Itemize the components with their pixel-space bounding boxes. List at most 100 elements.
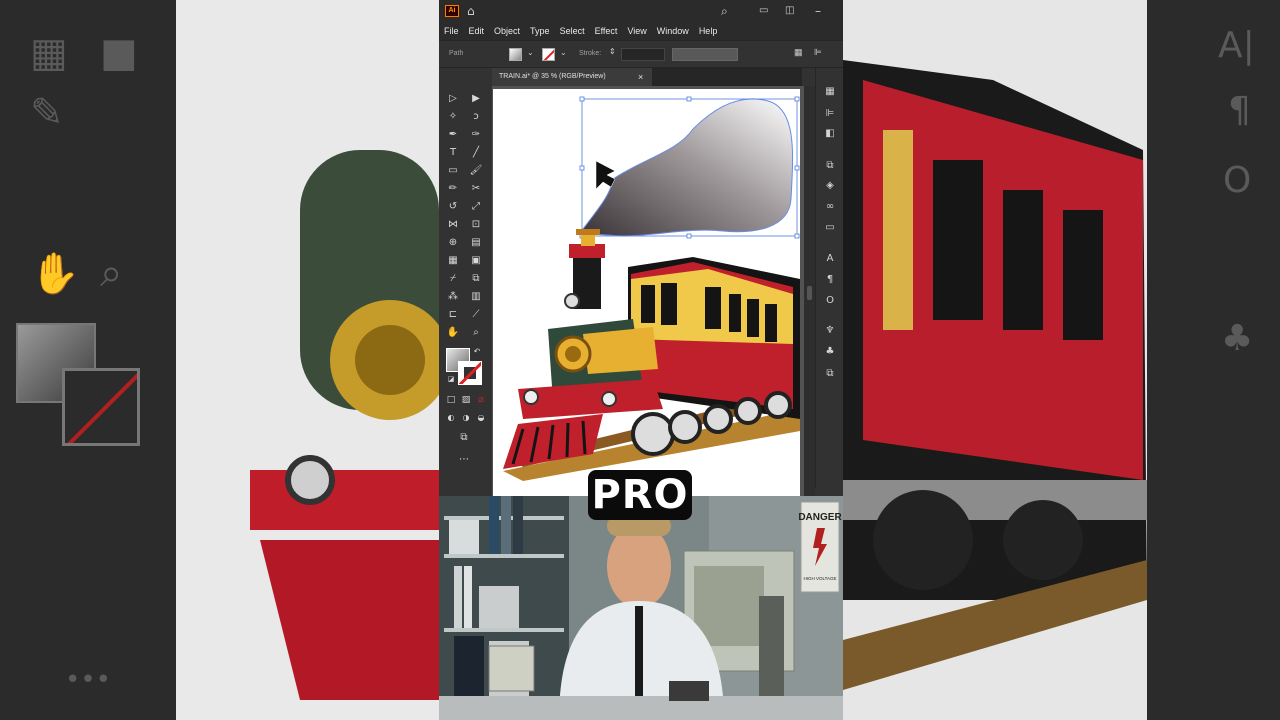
layers-panel-icon[interactable]: ◈: [822, 178, 838, 194]
menu-effect[interactable]: Effect: [595, 26, 618, 36]
variable-width-profile-field[interactable]: [672, 48, 738, 61]
width-tool-icon[interactable]: ⋈: [444, 217, 462, 233]
background-left-blurred: ▦ ■ ✎ ✋ ⌕ •••: [0, 0, 439, 720]
canvas-area[interactable]: [492, 86, 810, 496]
stroke-weight-field[interactable]: [621, 48, 665, 61]
stroke-color-box[interactable]: [458, 361, 482, 385]
vertical-scrollbar[interactable]: [804, 86, 815, 496]
brushes-panel-icon[interactable]: ♆: [822, 323, 838, 339]
pen-tool-icon[interactable]: ✒: [444, 127, 462, 143]
menu-bar: File Edit Object Type Select Effect View…: [439, 22, 843, 40]
toolbox: ▷ ▶ ✧ ↄ ✒ ✑ T ╱ ▭ 🖌 ✏ ✂ ↺ ⤢ ⋈ ⊡ ⊕ ▤ ▦ ▣ …: [442, 86, 492, 476]
home-icon[interactable]: ⌂: [467, 3, 475, 19]
curvature-tool-icon[interactable]: ✑: [467, 127, 485, 143]
bg-stroke-swatch: [62, 368, 140, 446]
paragraph-panel-icon[interactable]: ¶: [822, 272, 838, 288]
edit-toolbar-more-icon[interactable]: ⋯: [455, 452, 473, 468]
panel-dock: ▦ ⊫ ◧ ⧉ ◈ ∞ ▭ A ¶ O ♆ ♣ ⧉: [815, 68, 843, 488]
asset-export-panel-icon[interactable]: ⧉: [822, 366, 838, 382]
illustrator-window: Ai ⌂ ⌕ ▭ ◫ – File Edit Object Type Selec…: [439, 0, 843, 496]
danger-poster: DANGER HIGH VOLTAGE: [798, 501, 842, 593]
selection-tool-icon[interactable]: ▷: [444, 91, 462, 107]
pathfinder-panel-icon[interactable]: ◧: [822, 126, 838, 142]
bg-hand-icon: ✋: [30, 251, 80, 297]
bg-more-icon: •••: [65, 665, 112, 695]
lasso-tool-icon[interactable]: ↄ: [467, 109, 485, 125]
magic-wand-tool-icon[interactable]: ✧: [444, 109, 462, 125]
selection-type-label: Path: [449, 50, 464, 57]
free-transform-tool-icon[interactable]: ⊡: [467, 217, 485, 233]
bg-eyedropper-icon: ✎: [30, 90, 64, 136]
zoom-tool-icon[interactable]: ⌕: [467, 325, 485, 341]
default-fill-stroke-icon[interactable]: ◪: [442, 371, 460, 387]
video-caption: PRO: [588, 470, 692, 520]
close-tab-icon[interactable]: ×: [638, 68, 643, 86]
fill-dropdown-chevron-icon[interactable]: ⌄: [527, 48, 534, 57]
bg-zoom-icon: ⌕: [100, 250, 123, 296]
properties-panel-icon[interactable]: ▦: [822, 84, 838, 100]
mouse-cursor: [595, 160, 616, 190]
illustrator-logo: Ai: [445, 5, 459, 17]
perspective-grid-tool-icon[interactable]: ▤: [467, 235, 485, 251]
line-tool-icon[interactable]: ╱: [467, 145, 485, 161]
menu-help[interactable]: Help: [699, 26, 718, 36]
search-icon[interactable]: ⌕: [721, 3, 728, 19]
swap-fill-stroke-icon[interactable]: ↶: [468, 344, 486, 360]
artboards-panel-icon[interactable]: ⧉: [822, 158, 838, 174]
bg-symbol-icon: ▦: [30, 30, 68, 76]
bg-opentype-icon: O: [1223, 160, 1252, 201]
fill-swatch[interactable]: [509, 48, 522, 61]
menu-select[interactable]: Select: [560, 26, 585, 36]
none-mode-icon[interactable]: ⧄: [472, 392, 490, 408]
menu-type[interactable]: Type: [530, 26, 550, 36]
rotate-tool-icon[interactable]: ↺: [444, 199, 462, 215]
align-icon[interactable]: ▦: [794, 47, 803, 58]
align-panel-icon[interactable]: ⊫: [822, 106, 838, 122]
background-right-blurred: A| ¶ O ♣: [843, 0, 1280, 720]
paintbrush-tool-icon[interactable]: 🖌: [467, 163, 485, 179]
hand-tool-icon[interactable]: ✋: [444, 325, 462, 341]
blend-tool-icon[interactable]: ⧉: [467, 271, 485, 287]
symbols-panel-icon[interactable]: ♣: [822, 344, 838, 360]
artboard[interactable]: [493, 89, 800, 496]
bg-paragraph-icon: ¶: [1228, 90, 1251, 131]
opentype-panel-icon[interactable]: O: [822, 293, 838, 309]
workspace-switcher-icon[interactable]: ◫: [785, 3, 794, 19]
links-panel-icon[interactable]: ∞: [822, 199, 838, 215]
scrollbar-thumb[interactable]: [807, 286, 812, 300]
stroke-stepper-icon[interactable]: ⇕: [609, 47, 616, 56]
menu-edit[interactable]: Edit: [469, 26, 485, 36]
menu-window[interactable]: Window: [657, 26, 689, 36]
document-tab-bar: TRAIN.ai* @ 35 % (RGB/Preview) ×: [492, 68, 802, 86]
shape-builder-tool-icon[interactable]: ⊕: [444, 235, 462, 251]
gradient-tool-icon[interactable]: ▣: [467, 253, 485, 269]
rectangle-tool-icon[interactable]: ▭: [444, 163, 462, 179]
screen-mode-icon[interactable]: ⧉: [455, 430, 473, 446]
symbol-sprayer-tool-icon[interactable]: ⁂: [444, 289, 462, 305]
draw-inside-icon[interactable]: ◒: [472, 410, 490, 426]
mesh-tool-icon[interactable]: ▦: [444, 253, 462, 269]
poster-headline: DANGER: [798, 512, 842, 523]
smoke-path: [582, 98, 794, 237]
menu-object[interactable]: Object: [494, 26, 520, 36]
type-tool-icon[interactable]: T: [444, 145, 462, 161]
artboard-tool-icon[interactable]: ⊏: [444, 307, 462, 323]
minimize-icon[interactable]: –: [815, 3, 821, 19]
arrange-documents-icon[interactable]: ▭: [759, 3, 768, 19]
stroke-dropdown-chevron-icon[interactable]: ⌄: [560, 48, 567, 57]
transform-icon[interactable]: ⊫: [814, 47, 822, 58]
stroke-swatch[interactable]: [542, 48, 555, 61]
scale-tool-icon[interactable]: ⤢: [467, 199, 485, 215]
scissors-tool-icon[interactable]: ✂: [467, 181, 485, 197]
eyedropper-tool-icon[interactable]: ⌿: [444, 271, 462, 287]
menu-file[interactable]: File: [444, 26, 459, 36]
pencil-tool-icon[interactable]: ✏: [444, 181, 462, 197]
office-scene: DANGER HIGH VOLTAGE: [439, 496, 843, 720]
direct-selection-tool-icon[interactable]: ▶: [467, 91, 485, 107]
menu-view[interactable]: View: [627, 26, 646, 36]
slice-tool-icon[interactable]: ⟋: [467, 307, 485, 323]
document-tab[interactable]: TRAIN.ai* @ 35 % (RGB/Preview): [492, 68, 652, 86]
gradient-panel-icon[interactable]: ▭: [822, 220, 838, 236]
column-graph-tool-icon[interactable]: ▥: [467, 289, 485, 305]
character-panel-icon[interactable]: A: [822, 251, 838, 267]
